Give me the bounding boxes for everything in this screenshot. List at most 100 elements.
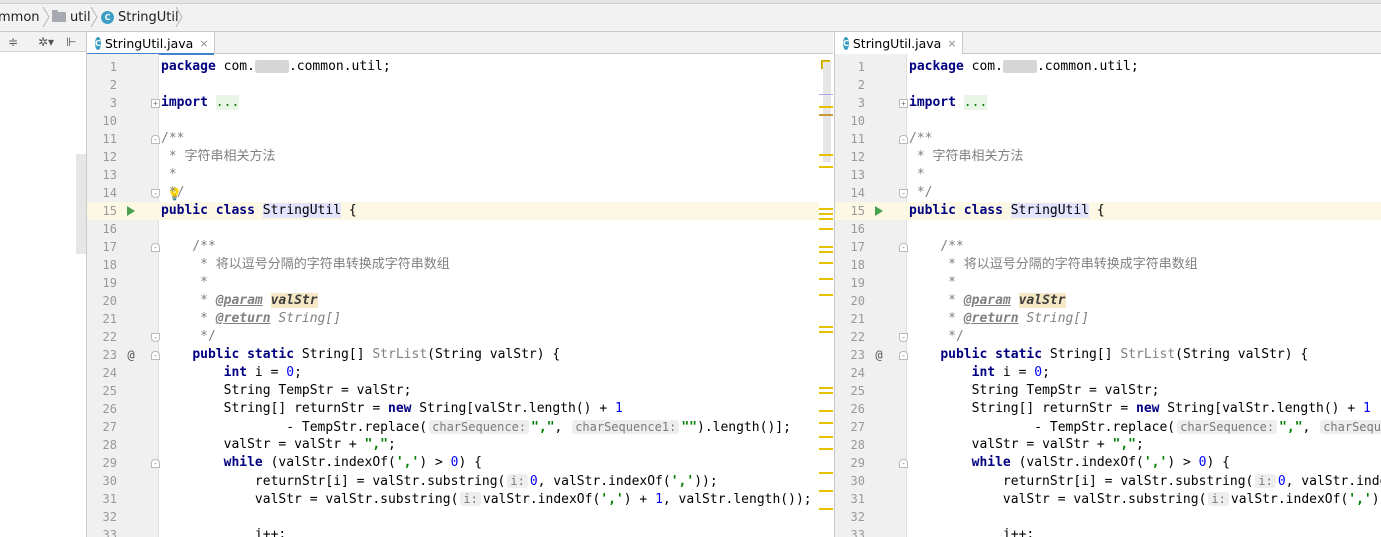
java-class-icon: C <box>95 36 101 50</box>
code-line-current: 15 public class StringUtil { <box>835 202 1381 220</box>
editor-pane-left: C StringUtil.java × 1 package com. .common… <box>86 32 833 537</box>
code-line: 31 valStr = valStr.substring(i: valStr.in… <box>102 492 812 507</box>
tab-stringutil-java[interactable]: C StringUtil.java × <box>87 32 215 55</box>
code-line: 22- */ <box>102 329 216 344</box>
code-line: 19 * <box>102 275 208 290</box>
code-line: 29- while (valStr.indexOf(',') > 0) { <box>102 455 482 470</box>
code-line: 25 String TempStr = valStr; <box>850 383 1160 398</box>
code-line: 20 * @param valStr <box>102 293 318 308</box>
code-line: 33 i++; <box>102 527 287 537</box>
settings-gear-icon[interactable]: ✲▾ <box>38 35 54 49</box>
code-line: 30 returnStr[i] = valStr.substring(i: 0, … <box>102 474 718 489</box>
tab-label: StringUtil.java <box>852 35 942 51</box>
breadcrumb-label: util <box>70 9 91 25</box>
fold-collapse-icon[interactable]: - <box>899 351 908 360</box>
breadcrumb-label: StringUtil <box>118 9 179 25</box>
fold-collapse-icon[interactable]: - <box>151 135 160 144</box>
fold-collapse-icon[interactable]: - <box>151 459 160 468</box>
code-line: 25 String TempStr = valStr; <box>102 383 412 398</box>
fold-collapse-icon[interactable]: - <box>899 243 908 252</box>
fold-expand-icon[interactable]: + <box>151 99 160 108</box>
fold-collapse-icon[interactable]: - <box>151 189 160 198</box>
breadcrumb-item-util[interactable]: util <box>52 8 91 26</box>
code-line: 26 String[] returnStr = new String[valSt… <box>850 401 1371 416</box>
code-editor[interactable]: 1 package com. .common.util; 2 3 + import ..… <box>835 54 1381 537</box>
code-line: 12 * 字符串相关方法 <box>850 149 1024 164</box>
code-line: 18 * 将以逗号分隔的字符串转换成字符串数组 <box>850 257 1198 272</box>
code-line: 28 valStr = valStr + ","; <box>102 437 396 452</box>
editor-tab-bar: C StringUtil.java × <box>87 32 833 55</box>
code-line: 16 <box>102 222 117 236</box>
code-line: 2 <box>109 78 117 92</box>
code-line: 14- */ <box>850 185 933 200</box>
code-editor[interactable]: 1 package com. .common.util; 2 3 + import ..… <box>87 54 833 537</box>
param-hint: i: <box>1208 492 1229 506</box>
code-line: 2 <box>857 78 865 92</box>
tool-strip-toolbar: ≑ ✲▾ ⊩ <box>0 32 86 52</box>
code-line: 10 <box>850 114 865 128</box>
code-line: 1 package com. .common.util; <box>857 59 1139 74</box>
fold-collapse-icon[interactable]: - <box>899 189 908 198</box>
error-stripe[interactable] <box>819 54 833 537</box>
param-hint: i: <box>1255 474 1276 488</box>
redacted-text <box>1002 60 1037 73</box>
run-icon[interactable] <box>875 206 883 216</box>
param-hint: i: <box>460 492 481 506</box>
code-line: 27 - TempStr.replace(charSequence: ",", c… <box>102 420 791 435</box>
tab-stringutil-java[interactable]: C StringUtil.java × <box>835 32 963 54</box>
code-line: 10 <box>102 114 117 128</box>
breadcrumb-separator-icon <box>90 6 98 28</box>
fold-collapse-icon[interactable]: - <box>899 135 908 144</box>
override-marker-icon[interactable]: @ <box>873 346 885 364</box>
code-line: 12 * 字符串相关方法 <box>102 149 276 164</box>
run-icon[interactable] <box>127 206 135 216</box>
code-line: 3 + import ... <box>109 95 240 110</box>
code-line: 1 package com. .common.util; <box>109 59 391 74</box>
code-line: 29- while (valStr.indexOf(',') > 0) { <box>850 455 1230 470</box>
fold-expand-icon[interactable]: + <box>899 99 908 108</box>
fold-collapse-icon[interactable]: - <box>899 459 908 468</box>
code-line: 23 @ - public static String[] StrList(Stri… <box>850 346 1309 364</box>
code-line: 16 <box>850 222 865 236</box>
pin-icon[interactable]: ⊩ <box>66 35 76 49</box>
param-hint: i: <box>507 474 528 488</box>
code-line: 24 int i = 0; <box>850 365 1050 380</box>
code-line: 30 returnStr[i] = valStr.substring(i: 0, … <box>850 474 1381 489</box>
code-line: 3 + import ... <box>857 95 988 110</box>
class-icon: C <box>101 10 114 24</box>
code-line: 19 * <box>850 275 956 290</box>
override-marker-icon[interactable]: @ <box>125 346 137 364</box>
code-line: 11-/** <box>102 131 185 146</box>
code-line: 27 - TempStr.replace(charSequence: ",", c… <box>835 418 1381 436</box>
collapse-all-icon[interactable]: ≑ <box>8 35 18 49</box>
fold-collapse-icon[interactable]: - <box>899 333 908 342</box>
editor-pane-right: C StringUtil.java × 1 package com. .common… <box>834 32 1381 537</box>
code-line-current: 15 public class StringUtil { <box>87 202 833 220</box>
close-icon[interactable]: × <box>199 37 208 50</box>
code-line: 24 int i = 0; <box>102 365 302 380</box>
project-tool-strip: ≑ ✲▾ ⊩ <box>0 32 86 537</box>
fold-collapse-icon[interactable]: - <box>151 333 160 342</box>
code-line: 11-/** <box>850 131 933 146</box>
fold-collapse-icon[interactable]: - <box>151 243 160 252</box>
breadcrumb-separator-icon <box>42 6 50 28</box>
folder-icon <box>52 10 66 22</box>
breadcrumb-item-stringutil[interactable]: C StringUtil <box>101 8 179 26</box>
scrollbar-thumb[interactable] <box>823 62 831 162</box>
code-line: 13 * <box>102 167 177 182</box>
editor-tab-bar: C StringUtil.java × <box>835 32 1381 54</box>
close-icon[interactable]: × <box>947 37 956 50</box>
fold-collapse-icon[interactable]: - <box>151 351 160 360</box>
code-line: 14- 💡 */ <box>102 185 185 201</box>
breadcrumb-label: mmon <box>0 9 40 25</box>
breadcrumb-item-module[interactable]: mmon <box>0 8 40 26</box>
code-line: 31 valStr = valStr.substring(i: valStr.in… <box>850 492 1380 507</box>
redacted-text <box>254 60 289 73</box>
top-tab-strip <box>0 0 1381 4</box>
code-line: 18 * 将以逗号分隔的字符串转换成字符串数组 <box>102 257 450 272</box>
code-line: 21 * @return String[] <box>102 311 342 326</box>
param-hint: charSequence: <box>429 420 530 434</box>
java-class-icon: C <box>843 36 849 50</box>
code-line: 17- /** <box>850 239 964 254</box>
code-line: 21 * @return String[] <box>850 311 1090 326</box>
